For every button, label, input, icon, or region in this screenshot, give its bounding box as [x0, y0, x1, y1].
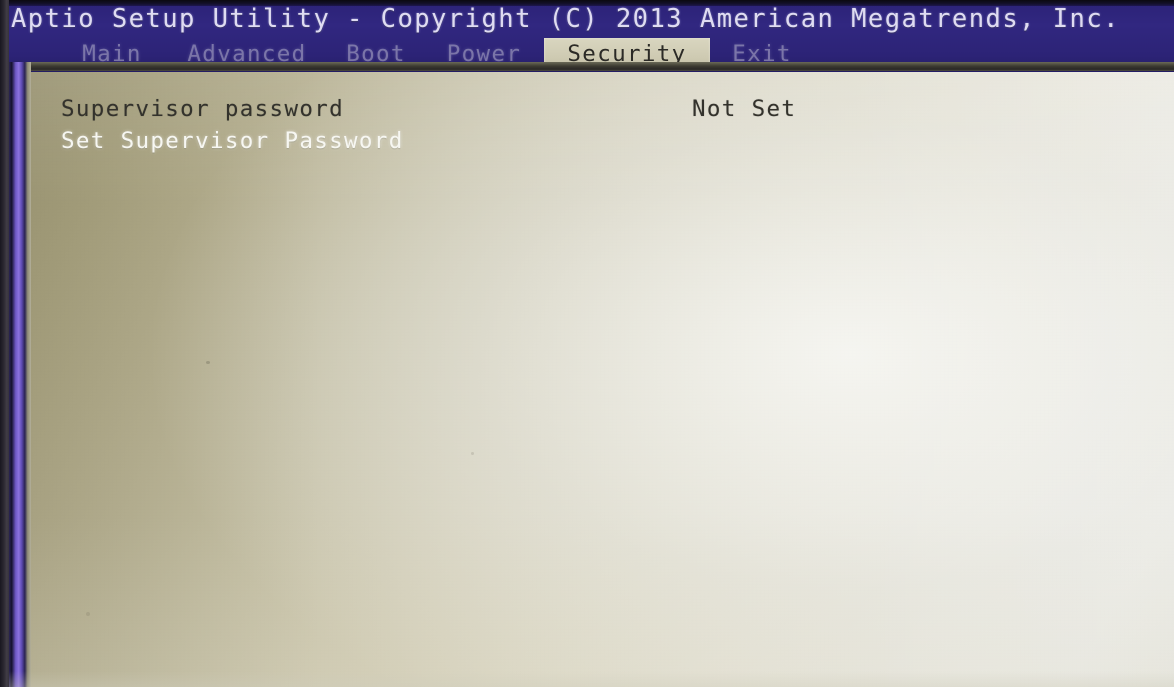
tab-power[interactable]: Power [428, 38, 540, 71]
tab-security[interactable]: Security [544, 38, 710, 71]
bios-setup-screen: Aptio Setup Utility - Copyright (C) 2013… [0, 0, 1174, 687]
tab-security-label: Security [567, 41, 687, 67]
photo-speck [206, 361, 210, 364]
photo-speck [86, 612, 90, 616]
tab-boot[interactable]: Boot [330, 38, 422, 71]
tab-main-label: Main [82, 41, 142, 67]
panel-noise-overlay [20, 70, 1174, 687]
menu-tab-bar: Main Advanced Boot Power Security Exit [0, 38, 1174, 72]
tab-advanced[interactable]: Advanced [168, 38, 326, 71]
setting-label-supervisor-password: Supervisor password [61, 96, 345, 122]
panel-sheen-overlay [20, 70, 1174, 687]
main-content-panel: Supervisor password Not Set Set Supervis… [20, 70, 1174, 687]
tab-exit-label: Exit [732, 41, 792, 67]
tab-main[interactable]: Main [68, 38, 156, 71]
tab-boot-label: Boot [346, 41, 406, 67]
photo-left-bezel [0, 0, 9, 687]
tab-advanced-label: Advanced [187, 41, 307, 67]
tab-exit[interactable]: Exit [716, 38, 808, 71]
page-title: Aptio Setup Utility - Copyright (C) 2013… [11, 4, 1120, 34]
photo-speck [471, 452, 474, 455]
setting-value-supervisor-password: Not Set [692, 96, 797, 122]
setting-label-set-supervisor-password: Set Supervisor Password [61, 128, 404, 154]
tab-power-label: Power [446, 41, 522, 67]
